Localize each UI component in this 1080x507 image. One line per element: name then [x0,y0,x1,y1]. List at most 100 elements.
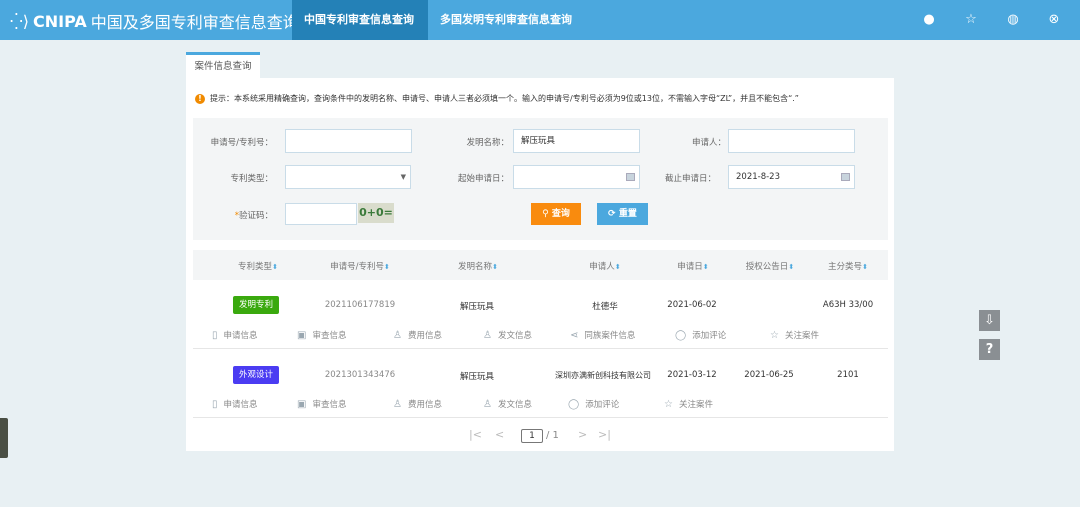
money-bag-icon: ♙ [483,329,492,341]
applicant: 深圳亦满新创科技有限公司 [555,371,651,380]
follow-case-link[interactable]: ☆ 关注案件 [770,329,819,342]
ipc: 2101 [837,370,859,380]
search-icon: ⚲ [542,209,552,219]
close-icon[interactable]: ⊗ [1046,12,1062,28]
fee-info-link[interactable]: ♙ 费用信息 [393,398,442,411]
notice-info-link[interactable]: ♙ 发文信息 [483,329,532,342]
document-icon: ▯ [212,329,218,341]
patent-type-select[interactable]: ▼ [285,165,411,189]
sort-column-applicant[interactable]: 申请人⬍ [589,260,620,272]
sort-icon: ⬍ [614,263,621,271]
calendar-icon[interactable] [626,173,635,181]
image-icon: ▣ [297,398,307,410]
star-icon: ☆ [770,329,779,341]
start-date-label: 起始申请日： [457,174,509,184]
captcha-input[interactable] [285,203,357,225]
fee-info-link[interactable]: ♙ 费用信息 [393,329,442,342]
results-header: 专利类型⬍ 申请号/专利号⬍ 发明名称⬍ 申请人⬍ 申请日⬍ 授权公告日⬍ 主分… [193,250,888,280]
captcha-label: *验证码： [234,211,273,221]
applicant-input[interactable] [728,129,855,153]
sort-icon: ⬍ [492,263,498,271]
sort-icon: ⬍ [702,263,709,271]
warning-icon: ! [195,93,205,104]
comment-icon: ◯ [568,398,580,410]
app-no[interactable]: 2021106177819 [325,300,395,310]
image-icon: ▣ [297,329,307,341]
applicant-label: 申请人： [691,138,726,148]
app-no-label: 申请号/专利号： [210,138,273,148]
reset-button[interactable]: ⟳ 重置 [597,203,648,225]
app-info-link[interactable]: ▯ 申请信息 [212,329,258,342]
sort-column-title[interactable]: 发明名称⬍ [458,260,498,272]
app-no-input[interactable] [285,129,412,153]
search-button[interactable]: ⚲ 查询 [531,203,581,225]
exam-info-link[interactable]: ▣ 审查信息 [297,398,346,411]
calendar-icon[interactable] [841,173,850,181]
title-input[interactable]: 解压玩具 [513,129,640,153]
prev-page-button[interactable]: < [495,428,504,441]
sort-icon: ⬍ [272,263,278,271]
start-date-input[interactable] [513,165,640,189]
tab-multi-country-patent[interactable]: 多国发明专利审查信息查询 [428,0,584,40]
follow-case-link[interactable]: ☆ 关注案件 [664,398,713,411]
side-toolbar-handle[interactable] [0,418,8,458]
notice-info-link[interactable]: ♙ 发文信息 [483,398,532,411]
last-page-button[interactable]: >| [598,428,611,441]
document-icon: ▯ [212,398,218,410]
refresh-icon: ⟳ [608,209,619,219]
chevron-down-icon: ▼ [400,173,406,181]
money-bag-icon: ♙ [393,398,402,410]
end-date-label: 截止申请日： [664,174,716,184]
tip-message: ! 提示：本系统采用精确查询，查询条件中的发明名称、申请号、申请人三者必须填一个。… [195,93,799,104]
patent-type-badge: 发明专利 [232,296,280,314]
exam-info-link[interactable]: ▣ 审查信息 [297,329,346,342]
captcha-image[interactable]: 0+0= [358,203,394,223]
grant-date: 2021-06-25 [744,370,794,380]
patent-type-badge: 外观设计 [232,366,280,384]
comment-icon: ◯ [675,329,687,341]
help-icon[interactable]: ? [979,339,1000,360]
app-no[interactable]: 2021301343476 [325,370,395,380]
ipc: A63H 33/00 [822,300,874,310]
row-divider [193,348,888,349]
star-icon: ☆ [664,398,673,410]
applicant: 杜德华 [592,302,618,312]
add-comment-link[interactable]: ◯ 添加评论 [675,329,726,342]
cnipa-logo[interactable]: ⁛⟩ CNIPA 中国及多国专利审查信息查询 [10,9,299,33]
sort-icon: ⬍ [862,263,868,271]
user-icon[interactable]: ● [921,12,937,28]
globe-icon[interactable]: ◍ [1005,12,1021,28]
total-pages: / 1 [546,430,559,441]
share-icon: ⋖ [570,329,579,341]
search-form: 申请号/专利号： 发明名称： 解压玩具 申请人： 专利类型： ▼ 起始申请日： … [193,118,888,240]
add-comment-link[interactable]: ◯ 添加评论 [568,398,619,411]
app-info-link[interactable]: ▯ 申请信息 [212,398,258,411]
row-divider [193,417,888,418]
star-icon[interactable]: ☆ [963,12,979,28]
sort-column-grant-date[interactable]: 授权公告日⬍ [746,260,794,272]
top-header: ⁛⟩ CNIPA 中国及多国专利审查信息查询 中国专利审查信息查询 多国发明专利审查… [0,0,1080,40]
download-icon[interactable]: ⇩ [979,310,1000,331]
app-date: 2021-06-02 [667,300,717,310]
sort-column-ipc[interactable]: 主分类号⬍ [828,260,868,272]
sort-column-type[interactable]: 专利类型⬍ [238,260,278,272]
title: 解压玩具 [459,372,495,382]
sort-icon: ⬍ [384,263,390,271]
page-input[interactable]: 1 [521,429,543,443]
title: 解压玩具 [459,302,495,312]
sort-icon: ⬍ [788,263,795,271]
app-date: 2021-03-12 [667,370,717,380]
money-bag-icon: ♙ [483,398,492,410]
tab-case-info-query[interactable]: 案件信息查询 [186,52,260,79]
type-label: 专利类型： [230,174,273,184]
title-label: 发明名称： [466,138,509,148]
money-bag-icon: ♙ [393,329,402,341]
first-page-button[interactable]: |< [469,428,482,441]
end-date-input[interactable]: 2021-8-23 [728,165,855,189]
tab-china-patent[interactable]: 中国专利审查信息查询 [292,0,428,40]
family-case-link[interactable]: ⋖ 同族案件信息 [570,329,635,342]
sort-column-app-no[interactable]: 申请号/专利号⬍ [330,260,390,272]
logo-icon: ⁛⟩ [10,11,29,31]
sort-column-app-date[interactable]: 申请日⬍ [677,260,708,272]
next-page-button[interactable]: > [578,428,587,441]
